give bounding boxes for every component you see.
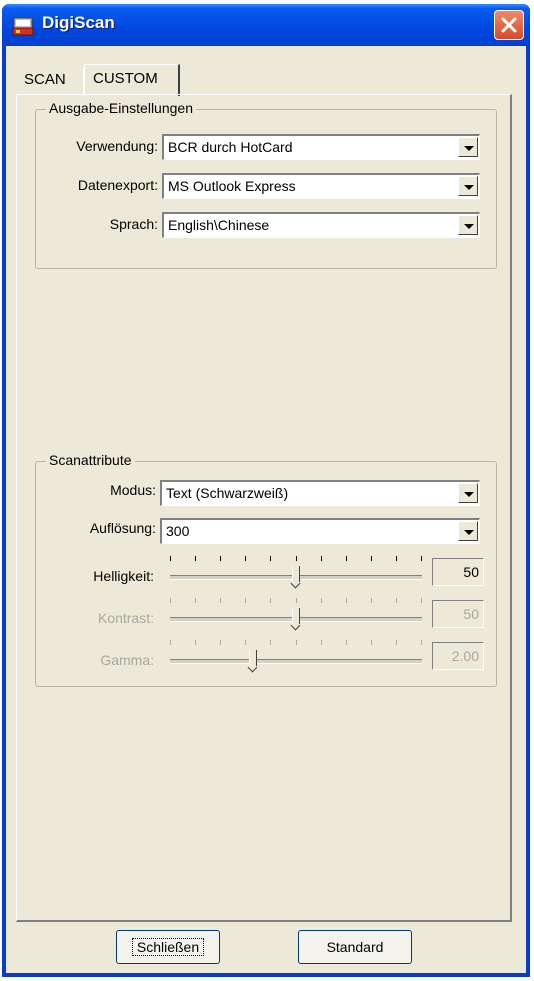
slider-tick [270,640,271,645]
slider-ticks [170,556,422,566]
mode-label: Modus: [110,482,156,498]
output-settings-group: Ausgabe-Einstellungen Verwendung: BCR du… [35,100,497,269]
data-export-select[interactable]: MS Outlook Express [162,173,480,199]
language-value: English\Chinese [168,217,270,233]
window-title: DigiScan [42,13,115,32]
slider-tick [371,556,372,561]
slider-tick [346,598,347,603]
slider-thumb[interactable] [249,650,257,666]
slider-tick [296,556,297,561]
slider-ticks [170,640,422,650]
dialog-body: SCAN CUSTOM Ausgabe-Einstellungen Verwen… [6,46,526,973]
mode-value: Text (Schwarzweiß) [166,485,289,501]
slider-thumb[interactable] [292,608,300,624]
slider-tick [321,556,322,561]
app-icon [12,16,34,36]
brightness-slider[interactable] [170,556,422,586]
chevron-down-icon[interactable] [458,521,478,541]
slider-tick [371,598,372,603]
slider-tick [296,640,297,645]
contrast-label: Kontrast: [97,610,154,626]
slider-thumb[interactable] [292,566,300,582]
slider-tick [195,640,196,645]
chevron-down-icon[interactable] [458,215,478,235]
slider-tick [321,640,322,645]
slider-tick [170,598,171,603]
chevron-down-icon[interactable] [458,176,478,196]
close-icon [501,17,517,33]
slider-tick [220,556,221,561]
brightness-label: Helligkeit: [93,568,154,584]
gamma-slider[interactable] [170,640,422,670]
slider-tick [170,640,171,645]
scan-attributes-group: Scanattribute Modus: Text (Schwarzweiß) … [35,452,497,687]
mode-select[interactable]: Text (Schwarzweiß) [160,480,480,506]
language-label: Sprach: [109,216,158,232]
slider-tick [396,640,397,645]
scan-attributes-title: Scanattribute [46,452,135,468]
brightness-value: 50 [432,558,484,586]
slider-tick [371,640,372,645]
gamma-value: 2.00 [432,642,484,670]
slider-tick [195,598,196,603]
slider-tick [421,598,422,603]
slider-tick [270,556,271,561]
title-bar[interactable]: DigiScan [2,4,530,46]
tab-custom[interactable]: CUSTOM [84,64,180,96]
resolution-value: 300 [166,523,190,539]
slider-tick [421,556,422,561]
data-export-label: Datenexport: [77,177,158,193]
usage-value: BCR durch HotCard [168,139,293,155]
tab-panel-custom: Ausgabe-Einstellungen Verwendung: BCR du… [16,94,512,922]
slider-tick [270,598,271,603]
slider-tick [346,640,347,645]
usage-select[interactable]: BCR durch HotCard [162,134,480,160]
output-settings-title: Ausgabe-Einstellungen [46,100,196,116]
slider-tick [245,598,246,603]
slider-tick [396,556,397,561]
slider-tick [421,640,422,645]
app-window: DigiScan SCAN CUSTOM Ausgabe-Einstellung… [2,4,530,977]
language-select[interactable]: English\Chinese [162,212,480,238]
standard-button-label: Standard [326,939,384,955]
chevron-down-icon[interactable] [458,137,478,157]
gamma-label: Gamma: [100,652,154,668]
slider-tick [245,640,246,645]
contrast-value: 50 [432,600,484,628]
slider-tick [296,598,297,603]
close-button[interactable]: Schließen [116,930,220,964]
slider-tick [220,640,221,645]
tab-scan[interactable]: SCAN [16,68,84,94]
slider-tick [195,556,196,561]
slider-tick [346,556,347,561]
slider-tick [321,598,322,603]
close-window-button[interactable] [494,10,524,40]
slider-tick [220,598,221,603]
resolution-select[interactable]: 300 [160,518,480,544]
data-export-value: MS Outlook Express [168,178,296,194]
resolution-label: Auflösung: [89,520,156,536]
slider-ticks [170,598,422,608]
slider-tick [245,556,246,561]
close-button-label: Schließen [131,938,205,956]
usage-label: Verwendung: [76,138,158,154]
contrast-slider[interactable] [170,598,422,628]
slider-tick [396,598,397,603]
chevron-down-icon[interactable] [458,483,478,503]
slider-track[interactable] [170,659,422,664]
standard-button[interactable]: Standard [298,930,412,964]
slider-tick [170,556,171,561]
